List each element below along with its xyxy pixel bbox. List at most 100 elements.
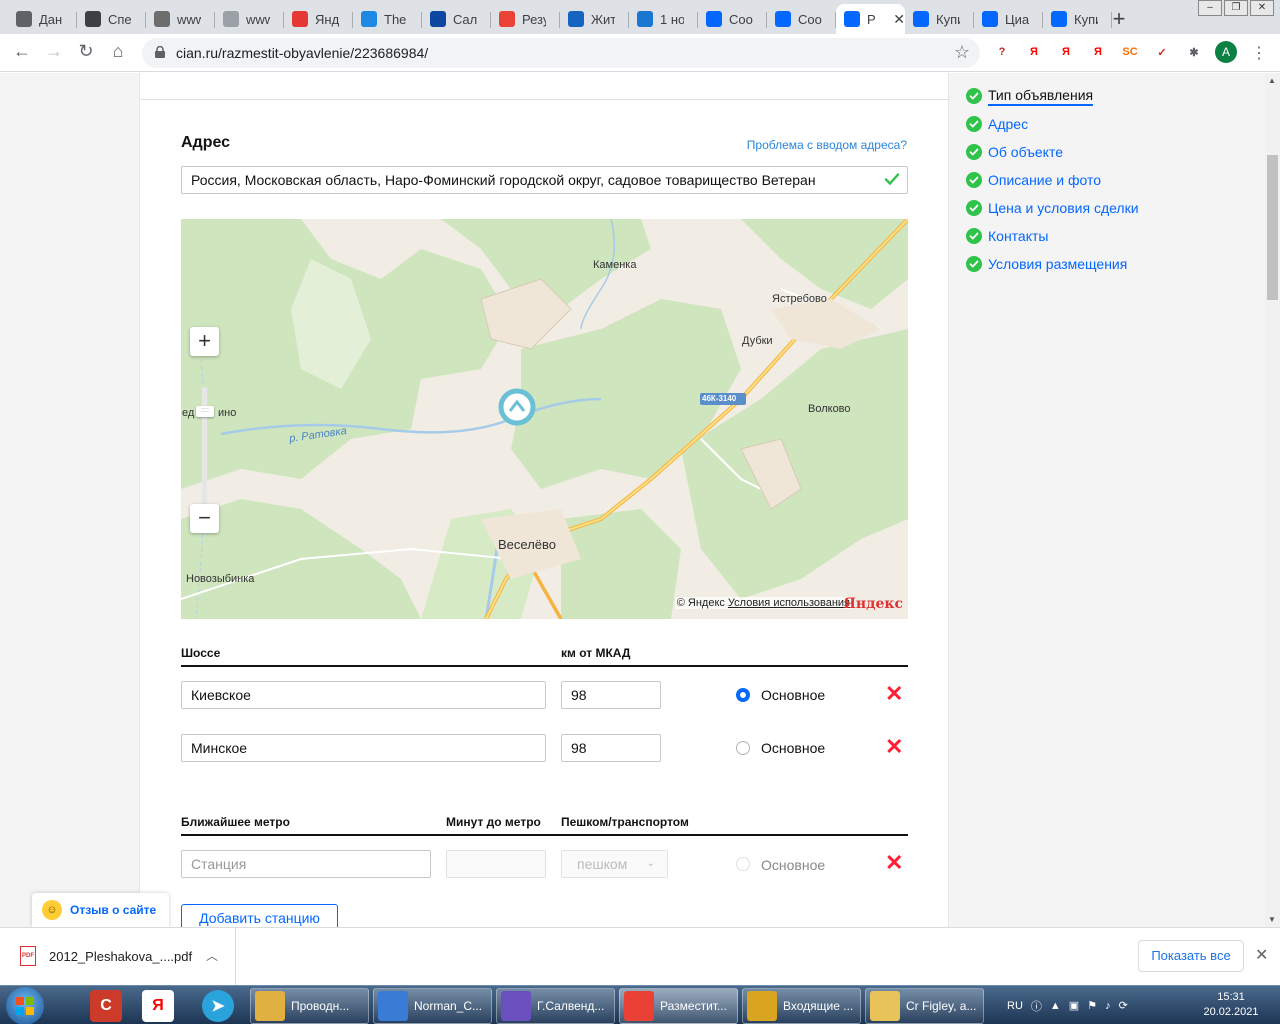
minimize-button[interactable]: – [1198,0,1222,16]
browser-tab[interactable]: Сооб [767,4,836,34]
step-item[interactable]: Адрес [966,110,1139,138]
feedback-widget[interactable]: ☺ Отзыв о сайте [32,893,169,927]
home-button[interactable]: ⌂ [106,41,130,62]
scroll-down-icon[interactable]: ▼ [1268,915,1276,924]
step-item[interactable]: Об объекте [966,138,1139,166]
extension-icon[interactable]: Я [1057,43,1075,61]
km-input[interactable]: 98 [561,681,661,709]
taskbar-window-button[interactable]: Г.Салвенд... [496,988,615,1024]
extension-icon[interactable]: ? [993,43,1011,61]
extension-icon[interactable]: ✱ [1185,43,1203,61]
clock[interactable]: 15:31 20.02.2021 [1196,990,1266,1020]
back-button[interactable]: ← [10,41,34,62]
sync-icon[interactable]: ⟳ [1119,999,1128,1012]
browser-tab[interactable]: Спец [77,4,146,34]
close-window-button[interactable]: ✕ [1250,0,1274,16]
add-station-button[interactable]: Добавить станцию [181,904,338,927]
extension-icon[interactable]: SC [1121,43,1139,61]
browser-tab[interactable]: Купи [905,4,974,34]
browser-tab[interactable]: The L [353,4,422,34]
tray-expand-icon[interactable]: ▲ [1050,1000,1061,1012]
map-label: Новозыбинка [186,573,255,585]
scroll-up-icon[interactable]: ▲ [1268,76,1276,85]
yandex-map[interactable]: Каменка Ястребово Дубки Волково ед ино р… [181,219,908,619]
chevron-up-icon[interactable]: ︿ [206,947,218,964]
extension-icon[interactable]: Я [1089,43,1107,61]
scrollbar-thumb[interactable] [1267,155,1278,300]
address-bar[interactable]: cian.ru/razmestit-obyavlenie/223686984/ … [142,38,980,68]
km-input[interactable]: 98 [561,734,661,762]
language-indicator[interactable]: RU [1007,1000,1023,1012]
browser-tab[interactable]: www. [215,4,284,34]
browser-tab[interactable]: Дани [8,4,77,34]
ccleaner-icon[interactable]: C [90,990,122,1022]
step-item[interactable]: Контакты [966,222,1139,250]
close-downloads-icon[interactable]: ✕ [1255,945,1268,965]
highway-input[interactable]: Минское [181,734,546,762]
extension-icon[interactable]: Я [1025,43,1043,61]
tab-favicon-icon [982,11,998,27]
main-radio-label[interactable]: Основное [761,857,825,873]
yandex-logo[interactable]: Яндекс [844,596,903,612]
browser-tab[interactable]: Купи [1043,4,1112,34]
page-scrollbar[interactable]: ▲ ▼ [1265,73,1280,927]
reload-button[interactable]: ↻ [74,41,98,62]
main-radio[interactable] [736,741,750,755]
browser-tab[interactable]: Резул [491,4,560,34]
download-item[interactable]: PDF 2012_Pleshakova_....pdf ︿ [0,928,236,986]
forward-button[interactable]: → [42,41,66,62]
terms-link[interactable]: Условия использования [728,597,850,609]
tab-favicon-icon [706,11,722,27]
browser-tab[interactable]: Жите [560,4,629,34]
mode-select[interactable]: пешком ⌄ [561,850,668,878]
network-icon[interactable]: ▣ [1069,999,1079,1012]
action-center-icon[interactable]: ⚑ [1087,999,1097,1012]
delete-station-icon[interactable]: ✕ [885,852,903,874]
highway-input[interactable]: Киевское [181,681,546,709]
volume-icon[interactable]: ♪ [1105,1000,1111,1012]
browser-tab[interactable]: Янде [284,4,353,34]
zoom-out-button[interactable]: − [190,504,219,533]
step-item[interactable]: Условия размещения [966,250,1139,278]
station-input[interactable]: Станция [181,850,431,878]
help-icon[interactable]: ⓘ [1031,998,1042,1014]
step-item[interactable]: Тип объявления [966,82,1139,110]
yandex-browser-icon[interactable]: Я [142,990,174,1022]
taskbar-window-button[interactable]: Cr Figley, a... [865,988,984,1024]
show-all-downloads-button[interactable]: Показать все [1138,940,1244,972]
maximize-button[interactable]: ❐ [1224,0,1248,16]
main-radio-label[interactable]: Основное [761,740,825,756]
step-item[interactable]: Цена и условия сделки [966,194,1139,222]
browser-tab[interactable]: 1 нов [629,4,698,34]
browser-tab[interactable]: Cале [422,4,491,34]
extension-icon[interactable]: ✓ [1153,43,1171,61]
address-problem-link[interactable]: Проблема с вводом адреса? [747,138,907,152]
browser-tab[interactable]: www. [146,4,215,34]
main-radio[interactable] [736,857,750,871]
delete-highway-icon[interactable]: ✕ [885,683,903,705]
zoom-slider-handle[interactable]: :::: [196,406,214,417]
profile-avatar[interactable]: A [1215,41,1237,63]
start-button[interactable] [6,987,44,1024]
taskbar-window-button[interactable]: Проводн... [250,988,369,1024]
taskbar-window-button[interactable]: Входящие ... [742,988,861,1024]
address-input[interactable]: Россия, Московская область, Наро-Фоминск… [181,166,908,194]
zoom-in-button[interactable]: + [190,327,219,356]
taskbar-window-button[interactable]: Разместит... [619,988,738,1024]
main-radio[interactable] [736,688,750,702]
telegram-icon[interactable]: ➤ [202,990,234,1022]
browser-tab[interactable]: Р ✕ [836,4,905,34]
bookmark-star-icon[interactable]: ☆ [954,42,970,63]
browser-tab[interactable]: Сооб [698,4,767,34]
new-tab-button[interactable]: + [1108,6,1130,32]
main-radio-label[interactable]: Основное [761,687,825,703]
delete-highway-icon[interactable]: ✕ [885,736,903,758]
browser-menu-icon[interactable]: ⋮ [1251,43,1267,63]
close-tab-icon[interactable]: ✕ [893,11,905,28]
taskbar-window-button[interactable]: Norman_C... [373,988,492,1024]
browser-tab[interactable]: Циан [974,4,1043,34]
tab-title: Спец [108,11,132,27]
step-item[interactable]: Описание и фото [966,166,1139,194]
minutes-input[interactable] [446,850,546,878]
address-section-title: Адрес [181,134,231,151]
